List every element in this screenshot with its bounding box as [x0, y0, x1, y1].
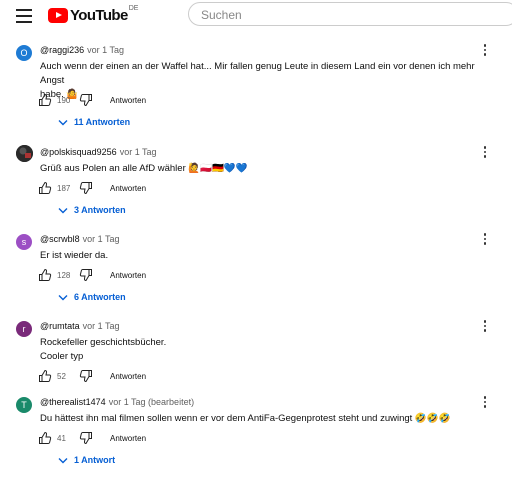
- more-options-icon[interactable]: [481, 396, 489, 410]
- timestamp[interactable]: vor 1 Tag (bearbeitet): [109, 397, 194, 407]
- comment-text-line: Du hättest ihn mal filmen sollen wenn er…: [40, 413, 451, 424]
- comment-text: Du hättest ihn mal filmen sollen wenn er…: [40, 412, 490, 426]
- comment-text-line: Cooler typ: [40, 351, 84, 362]
- thumbs-down-icon[interactable]: [79, 431, 93, 445]
- like-count: 190: [57, 96, 71, 105]
- chevron-down-icon: [58, 120, 68, 126]
- more-options-icon[interactable]: [481, 44, 489, 58]
- chevron-down-icon: [58, 295, 68, 301]
- reply-button[interactable]: Antworten: [110, 96, 146, 105]
- author-name[interactable]: @rumtata: [40, 321, 80, 331]
- avatar-image: [16, 145, 33, 162]
- avatar[interactable]: O: [16, 45, 32, 61]
- thumbs-up-icon[interactable]: [38, 268, 52, 282]
- replies-count: 6 Antworten: [74, 292, 126, 302]
- timestamp[interactable]: vor 1 Tag: [87, 45, 124, 55]
- thumbs-down-icon[interactable]: [79, 93, 93, 107]
- view-replies-button[interactable]: 1 Antwort: [58, 455, 115, 465]
- logo-text: YouTube: [70, 7, 128, 24]
- author-name[interactable]: @polskisquad9256: [40, 147, 117, 157]
- more-options-icon[interactable]: [481, 320, 489, 334]
- logo-region: DE: [128, 5, 139, 12]
- thumbs-down-icon[interactable]: [79, 268, 93, 282]
- author-name[interactable]: @scrwbl8: [40, 234, 80, 244]
- like-count: 187: [57, 184, 71, 193]
- like-count: 52: [57, 372, 66, 381]
- replies-count: 1 Antwort: [74, 455, 116, 465]
- reply-button[interactable]: Antworten: [110, 434, 146, 443]
- chevron-down-icon: [58, 208, 68, 214]
- replies-count: 11 Antworten: [74, 117, 131, 127]
- thumbs-down-icon[interactable]: [79, 369, 93, 383]
- comment-text: Grüß aus Polen an alle AfD wähler 🙋🇵🇱🇩🇪💙…: [40, 162, 490, 176]
- more-options-icon[interactable]: [481, 233, 489, 247]
- timestamp[interactable]: vor 1 Tag: [120, 147, 157, 157]
- comment-text: Rockefeller geschichtsbücher. Cooler typ: [40, 336, 490, 364]
- comment-text-line: Rockefeller geschichtsbücher.: [40, 337, 167, 348]
- comment-header: @scrwbl8 vor 1 Tag: [40, 234, 120, 244]
- thumbs-down-icon[interactable]: [79, 181, 93, 195]
- avatar[interactable]: [16, 145, 33, 162]
- more-options-icon[interactable]: [481, 146, 489, 160]
- search-box[interactable]: [188, 2, 512, 26]
- avatar[interactable]: r: [16, 321, 32, 337]
- top-bar: YouTube DE: [0, 0, 512, 32]
- comment-header: @polskisquad9256 vor 1 Tag: [40, 147, 157, 157]
- play-icon: [48, 8, 68, 23]
- thumbs-up-icon[interactable]: [38, 93, 52, 107]
- view-replies-button[interactable]: 3 Antworten: [58, 205, 126, 215]
- timestamp[interactable]: vor 1 Tag: [83, 321, 120, 331]
- author-name[interactable]: @raggi236: [40, 45, 84, 55]
- comment-text: Er ist wieder da.: [40, 249, 490, 263]
- comment-text-line: habe. 🤷: [40, 89, 79, 100]
- replies-count: 3 Antworten: [74, 205, 126, 215]
- comment-header: @rumtata vor 1 Tag: [40, 321, 120, 331]
- comment-header: @therealist1474 vor 1 Tag (bearbeitet): [40, 397, 194, 407]
- thumbs-up-icon[interactable]: [38, 181, 52, 195]
- avatar[interactable]: T: [16, 397, 32, 413]
- reply-button[interactable]: Antworten: [110, 271, 146, 280]
- thumbs-up-icon[interactable]: [38, 369, 52, 383]
- like-count: 128: [57, 271, 71, 280]
- thumbs-up-icon[interactable]: [38, 431, 52, 445]
- comment-header: @raggi236 vor 1 Tag: [40, 45, 124, 55]
- timestamp[interactable]: vor 1 Tag: [83, 234, 120, 244]
- comment-text: Auch wenn der einen an der Waffel hat...…: [40, 60, 490, 102]
- comment-text-line: Er ist wieder da.: [40, 250, 109, 261]
- chevron-down-icon: [58, 458, 68, 464]
- comment-text-line: Grüß aus Polen an alle AfD wähler 🙋🇵🇱🇩🇪💙…: [40, 163, 248, 174]
- avatar[interactable]: s: [16, 234, 32, 250]
- reply-button[interactable]: Antworten: [110, 372, 146, 381]
- search-input[interactable]: [199, 7, 503, 23]
- author-name[interactable]: @therealist1474: [40, 397, 106, 407]
- menu-icon[interactable]: [16, 9, 32, 23]
- comment-text-line: Auch wenn der einen an der Waffel hat...…: [40, 61, 475, 86]
- view-replies-button[interactable]: 6 Antworten: [58, 292, 126, 302]
- reply-button[interactable]: Antworten: [110, 184, 146, 193]
- like-count: 41: [57, 434, 66, 443]
- view-replies-button[interactable]: 11 Antworten: [58, 117, 130, 127]
- youtube-logo[interactable]: YouTube DE: [48, 5, 139, 24]
